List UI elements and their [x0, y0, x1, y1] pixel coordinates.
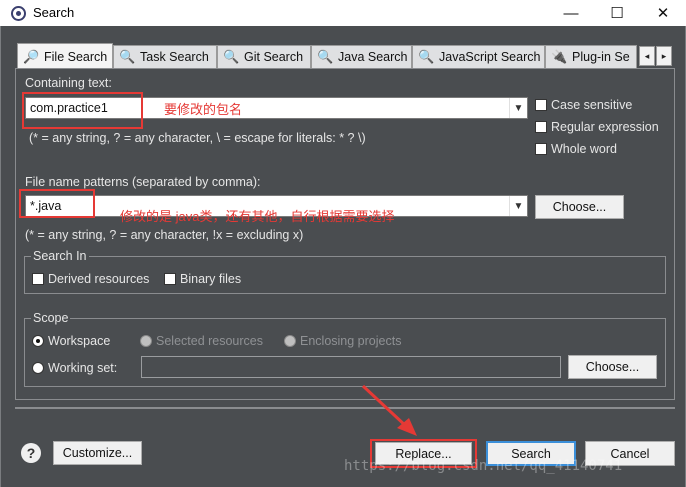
scope-title: Scope — [31, 311, 71, 325]
checkbox-box[interactable] — [164, 273, 176, 285]
derived-resources-checkbox[interactable]: Derived resources — [32, 272, 149, 286]
help-icon[interactable]: ? — [21, 443, 41, 463]
tab-javascript-search[interactable]: 🔍 JavaScript Search — [412, 45, 545, 68]
radio-dot — [284, 335, 296, 347]
tab-java-search[interactable]: 🔍 Java Search — [311, 45, 412, 68]
git-search-icon: 🔍 — [223, 49, 240, 64]
tab-label: Java Search — [338, 50, 408, 64]
tab-label: JavaScript Search — [439, 50, 541, 64]
tab-task-search[interactable]: 🔍 Task Search — [113, 45, 217, 68]
separator — [15, 407, 675, 409]
working-set-choose-button[interactable]: Choose... — [568, 355, 657, 379]
case-sensitive-checkbox[interactable]: Case sensitive — [535, 98, 632, 112]
radio-dot — [140, 335, 152, 347]
containing-text-label: Containing text: — [25, 76, 112, 90]
whole-word-checkbox[interactable]: Whole word — [535, 142, 617, 156]
window-title: Search — [33, 5, 75, 20]
package-highlight-box — [22, 92, 143, 129]
chevron-down-icon[interactable]: ▼ — [509, 196, 527, 216]
checkbox-box[interactable] — [32, 273, 44, 285]
file-patterns-label: File name patterns (separated by comma): — [25, 175, 261, 189]
close-button[interactable]: ✕ — [640, 0, 686, 26]
watermark: https://blog.csdn.net/qq_41140741 — [344, 458, 623, 474]
file-search-icon: 🔎 — [23, 49, 40, 64]
tab-scroll-left-button[interactable]: ◂ — [639, 46, 655, 66]
tab-label: File Search — [44, 50, 108, 64]
plugin-search-icon: 🔌 — [551, 49, 568, 64]
eclipse-icon — [11, 6, 26, 21]
tab-label: Git Search — [244, 50, 304, 64]
workspace-radio[interactable]: Workspace — [32, 334, 110, 348]
tab-plugin-search[interactable]: 🔌 Plug-in Se — [545, 45, 637, 68]
checkbox-box[interactable] — [535, 143, 547, 155]
search-in-title: Search In — [31, 249, 89, 263]
tab-label: Plug-in Se — [572, 50, 630, 64]
working-set-field[interactable] — [141, 356, 561, 378]
tab-strip: 🔎 File Search 🔍 Task Search 🔍 Git Search… — [15, 43, 675, 70]
title-bar: Search — ☐ ✕ — [0, 0, 686, 26]
checkbox-box[interactable] — [535, 121, 547, 133]
customize-button[interactable]: Customize... — [53, 441, 142, 465]
tab-git-search[interactable]: 🔍 Git Search — [217, 45, 311, 68]
filetype-annotation: 修改的是 java类，还有其他，自行根据需要选择 — [120, 209, 395, 224]
maximize-button[interactable]: ☐ — [594, 0, 640, 26]
arrow-annotation-icon — [361, 384, 417, 436]
package-annotation: 要修改的包名 — [164, 102, 243, 117]
file-patterns-hint: (* = any string, ? = any character, !x =… — [25, 228, 304, 242]
minimize-button[interactable]: — — [548, 0, 594, 26]
tab-scroll-right-button[interactable]: ▸ — [656, 46, 672, 66]
checkbox-box[interactable] — [535, 99, 547, 111]
radio-dot[interactable] — [32, 335, 44, 347]
tab-file-search[interactable]: 🔎 File Search — [17, 43, 113, 70]
enclosing-projects-radio: Enclosing projects — [284, 334, 401, 348]
binary-files-checkbox[interactable]: Binary files — [164, 272, 241, 286]
java-search-icon: 🔍 — [317, 49, 334, 64]
filetype-highlight-box — [19, 189, 95, 218]
tab-label: Task Search — [140, 50, 209, 64]
working-set-radio[interactable]: Working set: — [32, 361, 117, 375]
task-search-icon: 🔍 — [119, 49, 136, 64]
regex-checkbox[interactable]: Regular expression — [535, 120, 659, 134]
radio-dot[interactable] — [32, 362, 44, 374]
selected-resources-radio: Selected resources — [140, 334, 263, 348]
file-patterns-choose-button[interactable]: Choose... — [535, 195, 624, 219]
chevron-down-icon[interactable]: ▼ — [509, 98, 527, 118]
javascript-search-icon: 🔍 — [418, 49, 435, 64]
containing-text-hint: (* = any string, ? = any character, \ = … — [29, 131, 366, 145]
